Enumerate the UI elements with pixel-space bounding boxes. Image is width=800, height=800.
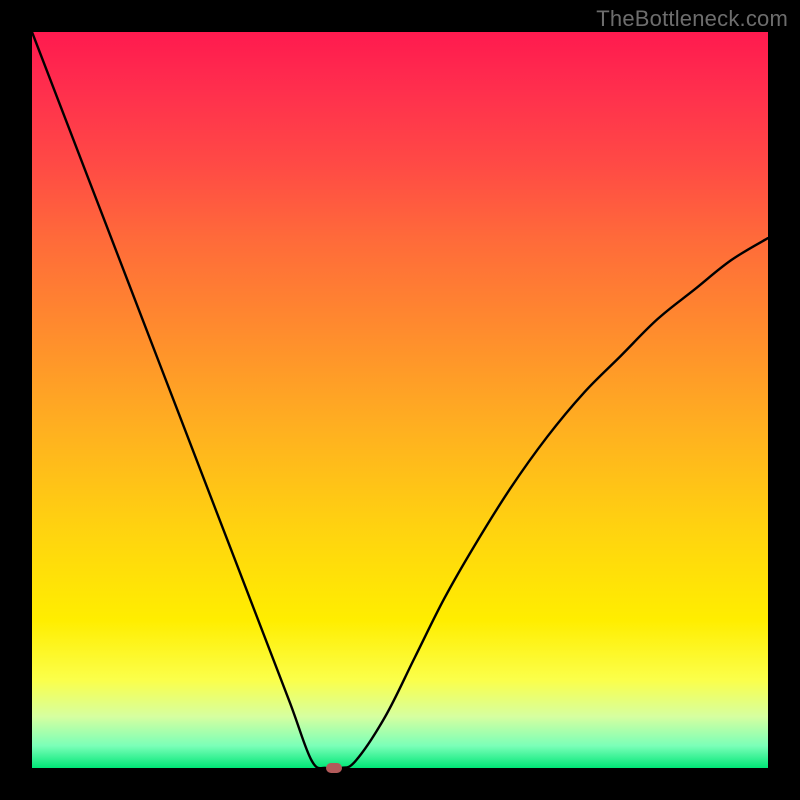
plot-area bbox=[32, 32, 768, 768]
chart-frame: TheBottleneck.com bbox=[0, 0, 800, 800]
watermark-text: TheBottleneck.com bbox=[596, 6, 788, 32]
min-marker bbox=[326, 763, 342, 773]
bottleneck-curve bbox=[32, 32, 768, 768]
